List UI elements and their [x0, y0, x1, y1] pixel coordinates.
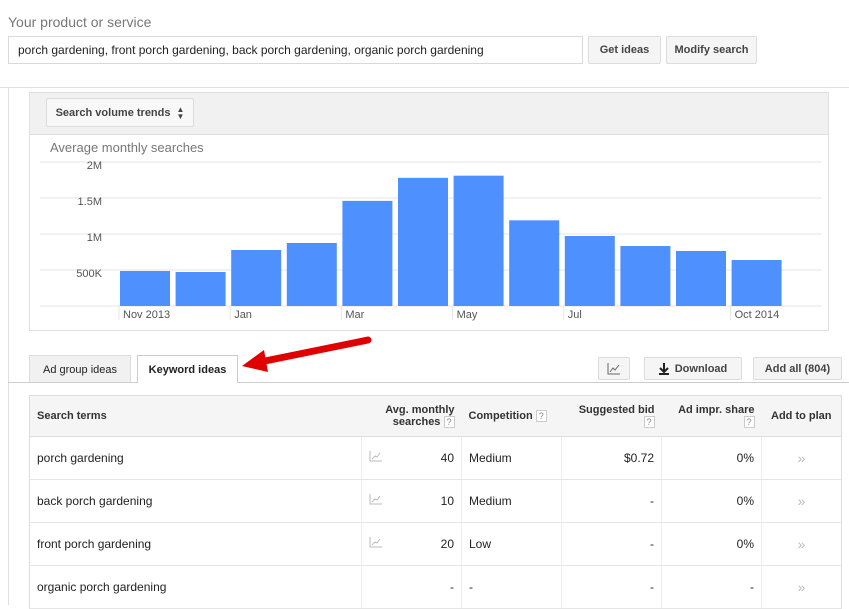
x-tick-label: Mar [345, 309, 364, 321]
header-search-terms[interactable]: Search terms [29, 395, 362, 437]
bar-may[interactable] [453, 175, 504, 306]
header-ad-impr-share[interactable]: Ad impr. share? [661, 395, 762, 437]
bar-oct-2014[interactable] [731, 259, 782, 306]
search-volume-chart: Average monthly searches 500K 1M 1.5M 2M Nov … [40, 140, 822, 321]
divider [8, 87, 9, 605]
table-row: porch gardening 40 Medium $0.72 0% » [29, 436, 842, 480]
download-button[interactable]: Download [644, 357, 742, 380]
keyword-ideas-table: Search terms Avg. monthly searches ? Comp… [29, 395, 842, 609]
sort-arrows-icon: ▲ ▼ [176, 104, 185, 121]
header-suggested-bid[interactable]: Suggested bid? [561, 395, 662, 437]
x-tick-label: Jul [568, 309, 582, 321]
chart-toggle-button[interactable] [598, 357, 630, 380]
add-to-plan-button[interactable]: » [761, 522, 842, 566]
suggested-bid-value: - [561, 565, 662, 609]
competition-value: Medium [461, 479, 562, 523]
product-search-input[interactable]: porch gardening, front porch gardening, … [8, 36, 583, 64]
ad-impr-share-value: 0% [661, 522, 762, 566]
table-row: back porch gardening 10 Medium - 0% » [29, 479, 842, 523]
bar-sep[interactable] [676, 250, 726, 306]
avg-monthly-searches: 10 [361, 479, 462, 523]
tab-ad-group-ideas[interactable]: Ad group ideas [29, 355, 131, 383]
download-label: Download [674, 362, 728, 375]
chart-panel-header: Search volume trends ▲ ▼ [30, 93, 828, 135]
trend-chart-icon[interactable] [369, 494, 382, 508]
x-tick-label: Nov 2013 [123, 309, 170, 321]
chart-type-select[interactable]: Search volume trends ▲ ▼ [46, 98, 194, 127]
ad-impr-share-value: 0% [661, 436, 762, 480]
help-icon[interactable]: ? [535, 410, 547, 423]
bar-jan[interactable] [231, 249, 282, 306]
suggested-bid-value: - [561, 479, 662, 523]
add-to-plan-button[interactable]: » [761, 436, 842, 480]
ad-impr-share-value: - [661, 565, 762, 609]
bar-jul[interactable] [564, 236, 615, 306]
keyword-term: front porch gardening [29, 522, 362, 566]
keyword-term: organic porch gardening [29, 565, 362, 609]
bar-feb[interactable] [286, 243, 337, 306]
header-text: Ad impr. share [678, 403, 755, 416]
chart-panel: Search volume trends ▲ ▼ Average monthly … [29, 92, 829, 331]
tab-keyword-ideas[interactable]: Keyword ideas [137, 355, 238, 383]
bar-apr[interactable] [398, 177, 448, 306]
x-tick-label: May [457, 309, 478, 321]
bar-nov-2013[interactable] [120, 271, 170, 306]
header-text: searches [392, 415, 441, 428]
competition-value: Low [461, 522, 562, 566]
y-tick-label: 2M [87, 160, 102, 172]
bar-mar[interactable] [342, 200, 393, 306]
y-tick-label: 1.5M [78, 196, 102, 208]
header-text: Competition [468, 409, 533, 422]
header-text: Avg. monthly [385, 403, 455, 416]
avg-monthly-searches: - [361, 565, 462, 609]
y-tick-label: 1M [87, 232, 102, 244]
keyword-term: porch gardening [29, 436, 362, 480]
help-icon[interactable]: ? [443, 416, 455, 429]
header-add-to-plan: Add to plan [761, 395, 842, 437]
y-tick-label: 500K [76, 268, 102, 280]
avg-monthly-searches: 20 [361, 522, 462, 566]
download-icon [658, 362, 669, 375]
red-arrow-annotation [242, 336, 372, 372]
help-icon[interactable]: ? [643, 416, 655, 429]
bar-jun[interactable] [509, 220, 560, 306]
ad-impr-share-value: 0% [661, 479, 762, 523]
table-row: organic porch gardening - - - - » [29, 565, 842, 609]
suggested-bid-value: - [561, 522, 662, 566]
header-text: Suggested bid [578, 403, 655, 416]
table-row: front porch gardening 20 Low - 0% » [29, 522, 842, 566]
line-chart-icon [607, 362, 620, 374]
get-ideas-button[interactable]: Get ideas [588, 36, 661, 64]
header-avg-monthly-searches[interactable]: Avg. monthly searches ? [361, 395, 462, 437]
chart-type-label: Search volume trends [55, 106, 171, 119]
tab-divider [8, 382, 849, 383]
trend-chart-icon[interactable] [369, 537, 382, 551]
help-icon[interactable]: ? [743, 416, 755, 429]
bar-dec-2013[interactable] [175, 272, 226, 306]
searches-value: - [450, 580, 454, 594]
divider [0, 87, 849, 88]
x-tick-label: Oct 2014 [735, 309, 780, 321]
add-to-plan-button[interactable]: » [761, 565, 842, 609]
searches-value: 40 [440, 451, 454, 465]
add-all-button[interactable]: Add all (804) [753, 357, 842, 380]
add-to-plan-button[interactable]: » [761, 479, 842, 523]
competition-value: - [461, 565, 562, 609]
trend-chart-icon[interactable] [369, 451, 382, 465]
table-header-row: Search terms Avg. monthly searches ? Comp… [29, 395, 842, 437]
competition-value: Medium [461, 436, 562, 480]
searches-value: 10 [440, 494, 454, 508]
suggested-bid-value: $0.72 [561, 436, 662, 480]
modify-search-button[interactable]: Modify search [666, 36, 757, 64]
product-label: Your product or service [8, 14, 152, 30]
avg-monthly-searches: 40 [361, 436, 462, 480]
chart-title: Average monthly searches [50, 140, 204, 155]
keyword-term: back porch gardening [29, 479, 362, 523]
header-competition[interactable]: Competition ? [461, 395, 562, 437]
x-tick-label: Jan [234, 309, 252, 321]
searches-value: 20 [440, 537, 454, 551]
bar-aug[interactable] [620, 246, 671, 306]
